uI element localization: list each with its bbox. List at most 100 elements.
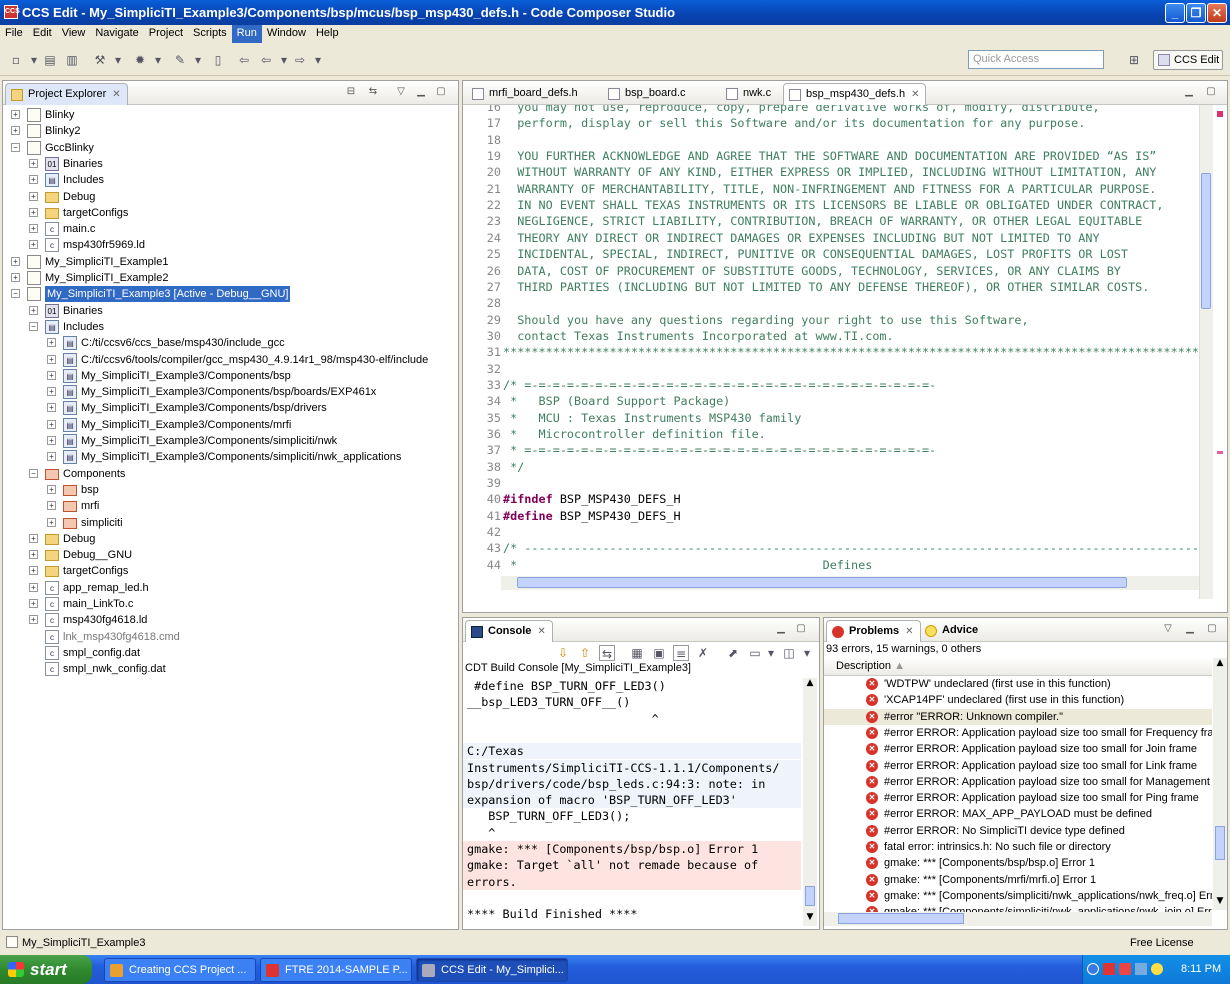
dropdown-arrow-icon[interactable]: ▾ bbox=[763, 645, 779, 661]
code-editor[interactable]: 16 you may not use, reproduce, copy, pre… bbox=[463, 105, 1201, 575]
menu-item-view[interactable]: View bbox=[57, 25, 91, 43]
tree-item-smpl-config-dat[interactable]: c smpl_config.dat bbox=[3, 645, 458, 661]
expand-icon[interactable]: + bbox=[47, 501, 56, 511]
tree-item-my-simpliciti-example3-components-mrfi[interactable]: + ▤ My_SimpliciTI_Example3/Components/mrfi bbox=[3, 417, 458, 433]
expand-icon[interactable]: + bbox=[29, 191, 38, 201]
collapse-icon[interactable]: − bbox=[29, 321, 38, 331]
editor-vertical-scroll-thumb[interactable] bbox=[1201, 173, 1211, 309]
menu-item-run[interactable]: Run bbox=[231, 25, 262, 43]
expand-icon[interactable]: + bbox=[29, 158, 38, 168]
scroll-lock-icon[interactable]: ⇩ bbox=[555, 645, 571, 661]
tree-item-binaries[interactable]: +01 Binaries bbox=[3, 303, 458, 319]
expand-icon[interactable]: + bbox=[29, 566, 38, 576]
expand-icon[interactable]: + bbox=[47, 370, 56, 380]
tree-item-includes[interactable]: + ▤ Includes bbox=[3, 172, 458, 188]
collapse-icon[interactable]: − bbox=[11, 142, 20, 152]
tray-volume-icon[interactable] bbox=[1151, 963, 1163, 975]
collapse-icon[interactable]: − bbox=[29, 468, 38, 478]
back-arrow-icon[interactable]: ⇦ bbox=[258, 52, 274, 68]
editor-horizontal-scroll-thumb[interactable] bbox=[517, 577, 1127, 588]
maximize-view-icon[interactable]: ▢ bbox=[795, 623, 807, 635]
problem-row[interactable]: ✕ #error ERROR: Application payload size … bbox=[824, 725, 1212, 741]
tree-item-components[interactable]: − Components bbox=[3, 466, 458, 482]
close-button[interactable]: ✕ bbox=[1207, 3, 1227, 23]
expand-icon[interactable]: + bbox=[11, 110, 20, 119]
tree-item-blinky2[interactable]: + Blinky2 bbox=[3, 123, 458, 139]
tree-item-includes[interactable]: − ▤ Includes bbox=[3, 319, 458, 335]
problem-row[interactable]: ✕ gmake: *** [Components/mrfi/mrfi.o] Err… bbox=[824, 872, 1212, 888]
collapse-all-icon[interactable]: ⊟ bbox=[345, 86, 357, 98]
last-edit-icon[interactable]: ⇦ bbox=[236, 52, 252, 68]
tree-item-c-ti-ccsv6-tools-compiler-gcc-msp430-4-9-14r1-98-msp430-elf-include[interactable]: + ▤ C:/ti/ccsv6/tools/compiler/gcc_msp430_… bbox=[3, 352, 458, 368]
editor-tab-mrfi-board-defs-h[interactable]: mrfi_board_defs.h bbox=[467, 83, 584, 105]
save-icon[interactable]: ▤ bbox=[42, 52, 58, 68]
problem-row[interactable]: ✕ #error ERROR: Application payload size … bbox=[824, 774, 1212, 790]
tree-item-my-simpliciti-example3-components-bsp-drivers[interactable]: + ▤ My_SimpliciTI_Example3/Components/bsp/… bbox=[3, 400, 458, 416]
tree-item-my-simpliciti-example2[interactable]: + My_SimpliciTI_Example2 bbox=[3, 270, 458, 286]
tab-console[interactable]: Console ✕ bbox=[465, 620, 553, 642]
tree-item-smpl-nwk-config-dat[interactable]: c smpl_nwk_config.dat bbox=[3, 661, 458, 677]
console-vertical-scrollbar[interactable]: ▲ ▼ bbox=[803, 678, 817, 926]
console-view-icon[interactable]: ◫ bbox=[781, 645, 797, 661]
minimize-view-icon[interactable]: ▁ bbox=[1183, 86, 1195, 98]
minimize-view-icon[interactable]: ▁ bbox=[775, 623, 787, 635]
scroll-up-icon[interactable]: ▲ bbox=[1213, 658, 1227, 670]
expand-icon[interactable]: + bbox=[29, 550, 38, 560]
close-icon[interactable]: ✕ bbox=[537, 626, 545, 637]
up-arrow-icon[interactable]: ⇧ bbox=[577, 645, 593, 661]
link-editor-icon[interactable]: ⇆ bbox=[367, 86, 379, 98]
forward-arrow-icon[interactable]: ⇨ bbox=[292, 52, 308, 68]
tree-item-binaries[interactable]: +01 Binaries bbox=[3, 156, 458, 172]
problem-row[interactable]: ✕ gmake: *** [Components/simpliciti/nwk_a… bbox=[824, 888, 1212, 904]
tree-item-c-ti-ccsv6-ccs-base-msp430-include-gcc[interactable]: + ▤ C:/ti/ccsv6/ccs_base/msp430/include_gc… bbox=[3, 335, 458, 351]
menu-item-help[interactable]: Help bbox=[311, 25, 344, 43]
expand-icon[interactable]: + bbox=[11, 256, 20, 266]
maximize-view-icon[interactable]: ▢ bbox=[435, 86, 447, 98]
editor-tab-bsp-msp430-defs-h[interactable]: bsp_msp430_defs.h ✕ bbox=[783, 83, 927, 105]
expand-icon[interactable]: + bbox=[47, 517, 56, 527]
problems-vertical-scrollbar[interactable]: ▲ ▼ bbox=[1213, 658, 1227, 910]
expand-icon[interactable]: + bbox=[29, 207, 38, 217]
tray-network-icon[interactable] bbox=[1135, 963, 1147, 975]
minimize-view-icon[interactable]: ▁ bbox=[415, 86, 427, 98]
menu-item-scripts[interactable]: Scripts bbox=[188, 25, 232, 43]
view-menu-icon[interactable]: ▽ bbox=[1162, 623, 1174, 635]
taskbar-task-3[interactable]: CCS Edit - My_Simplici... bbox=[416, 958, 568, 982]
expand-icon[interactable]: + bbox=[29, 615, 38, 625]
editor-tab-nwk-c[interactable]: nwk.c bbox=[721, 83, 777, 105]
tree-item-targetconfigs[interactable]: + targetConfigs bbox=[3, 205, 458, 221]
expand-icon[interactable]: + bbox=[29, 599, 38, 608]
expand-icon[interactable]: + bbox=[29, 224, 38, 234]
maximize-view-icon[interactable]: ▢ bbox=[1206, 623, 1218, 635]
remove-launch-icon[interactable]: ✗ bbox=[695, 645, 711, 661]
tree-item-main-c[interactable]: + c main.c bbox=[3, 221, 458, 237]
menu-item-window[interactable]: Window bbox=[262, 25, 311, 43]
clock[interactable]: 8:11 PM bbox=[1181, 955, 1221, 984]
problem-row[interactable]: ✕ 'WDTPW' undeclared (first use in this f… bbox=[824, 676, 1212, 692]
clear-console-icon[interactable]: ▣ bbox=[651, 645, 667, 661]
expand-icon[interactable]: + bbox=[29, 305, 38, 315]
dropdown-arrow-icon[interactable]: ▾ bbox=[310, 52, 326, 68]
display-console-icon[interactable]: ▦ bbox=[629, 645, 645, 661]
menu-item-project[interactable]: Project bbox=[144, 25, 188, 43]
expand-icon[interactable]: + bbox=[11, 273, 20, 282]
problem-row[interactable]: ✕ gmake: *** [Components/bsp/bsp.o] Error… bbox=[824, 855, 1212, 871]
tree-item-my-simpliciti-example3-active-debug-gnu[interactable]: − My_SimpliciTI_Example3 [Active - Debug_… bbox=[3, 286, 458, 303]
word-wrap-icon[interactable]: ≡ bbox=[673, 645, 689, 661]
tree-item-my-simpliciti-example3-components-simpliciti-nwk-applications[interactable]: + ▤ My_SimpliciTI_Example3/Components/simp… bbox=[3, 449, 458, 465]
problem-row[interactable]: ✕ #error ERROR: Application payload size … bbox=[824, 741, 1212, 757]
menu-item-edit[interactable]: Edit bbox=[28, 25, 57, 43]
tray-arrow-icon[interactable] bbox=[1087, 963, 1099, 975]
expand-icon[interactable]: + bbox=[47, 354, 56, 364]
expand-icon[interactable]: + bbox=[29, 175, 38, 185]
tree-item-mrfi[interactable]: + mrfi bbox=[3, 498, 458, 514]
tree-item-my-simpliciti-example3-components-simpliciti-nwk[interactable]: + ▤ My_SimpliciTI_Example3/Components/simp… bbox=[3, 433, 458, 449]
scroll-up-icon[interactable]: ▲ bbox=[803, 678, 817, 690]
console-scroll-thumb[interactable] bbox=[805, 886, 815, 906]
console-output[interactable]: #define BSP_TURN_OFF_LED3() __bsp_LED3_TU… bbox=[463, 678, 803, 926]
tree-item-main-linkto-c[interactable]: + c main_LinkTo.c bbox=[3, 596, 458, 612]
expand-icon[interactable]: + bbox=[47, 452, 56, 462]
tab-project-explorer[interactable]: Project Explorer ✕ bbox=[5, 83, 128, 105]
annotation-marker-icon[interactable] bbox=[1217, 451, 1223, 454]
dropdown-arrow-icon[interactable]: ▾ bbox=[190, 52, 206, 68]
